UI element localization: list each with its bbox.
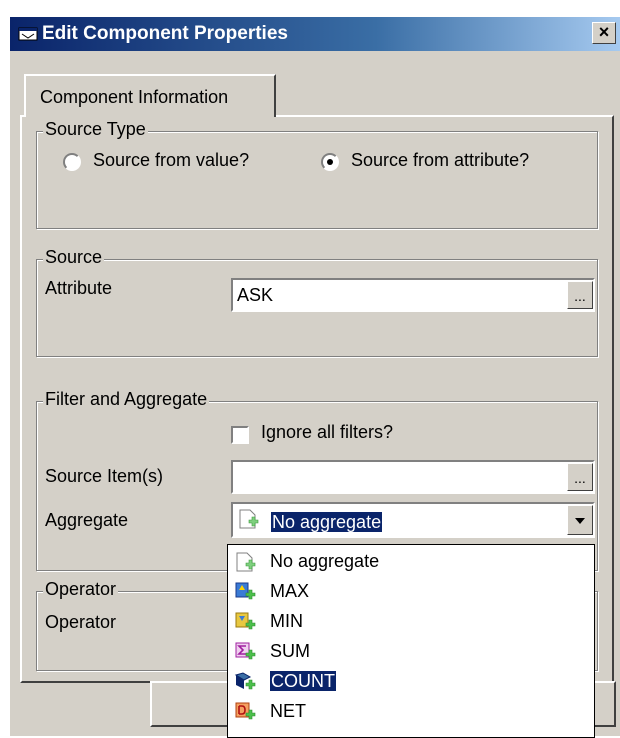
aggregate-option-sum[interactable]: SUM xyxy=(228,637,592,667)
no-aggregate-icon xyxy=(236,552,256,572)
aggregate-dropdown-arrow[interactable] xyxy=(567,505,593,535)
operator-label: Operator xyxy=(45,612,117,632)
aggregate-label: Aggregate xyxy=(45,510,129,530)
attribute-browse-button[interactable]: ... xyxy=(567,281,593,309)
title-bar[interactable]: Edit Component Properties × xyxy=(10,17,620,51)
aggregate-option-net[interactable]: NET xyxy=(228,697,592,727)
aggregate-dropdown-list[interactable]: No aggregate MAX MIN SUM COUNT NET xyxy=(227,544,595,738)
radio-source-from-attribute[interactable] xyxy=(321,153,339,171)
source-from-attribute-label[interactable]: Source from attribute? xyxy=(351,150,529,171)
aggregate-selected-value: No aggregate xyxy=(271,512,383,532)
source-items-label: Source Item(s) xyxy=(45,466,164,486)
option-label: MAX xyxy=(270,581,310,601)
ignore-filters-label[interactable]: Ignore all filters? xyxy=(261,422,393,443)
attribute-value: ASK xyxy=(237,285,274,305)
source-group: Source Attribute ASK ... xyxy=(36,247,598,357)
net-icon xyxy=(235,702,256,720)
source-legend: Source xyxy=(43,247,105,268)
tab-component-information[interactable]: Component Information xyxy=(24,74,276,117)
aggregate-option-none[interactable]: No aggregate xyxy=(228,547,592,577)
max-icon xyxy=(235,582,256,600)
option-label: SUM xyxy=(270,641,310,661)
operator-legend: Operator xyxy=(43,579,119,600)
source-type-legend: Source Type xyxy=(43,119,148,140)
radio-selected-dot xyxy=(327,159,333,165)
source-from-value-label[interactable]: Source from value? xyxy=(93,150,249,171)
option-label: NET xyxy=(270,701,306,721)
aggregate-option-max[interactable]: MAX xyxy=(228,577,592,607)
aggregate-option-count[interactable]: COUNT xyxy=(228,667,592,697)
option-label: MIN xyxy=(270,611,303,631)
no-aggregate-icon xyxy=(239,509,259,529)
aggregate-option-min[interactable]: MIN xyxy=(228,607,592,637)
source-type-group: Source Type Source from value? Source fr… xyxy=(36,119,598,229)
filter-aggregate-legend: Filter and Aggregate xyxy=(43,389,210,410)
sum-icon xyxy=(235,642,256,660)
window-icon xyxy=(18,27,38,41)
radio-source-from-value[interactable] xyxy=(63,153,81,171)
ignore-filters-checkbox[interactable] xyxy=(231,426,249,444)
option-label: No aggregate xyxy=(270,551,380,571)
count-icon xyxy=(234,672,256,690)
min-icon xyxy=(235,612,256,630)
close-button[interactable]: × xyxy=(592,22,616,44)
attribute-input[interactable]: ASK xyxy=(231,278,595,312)
option-label: COUNT xyxy=(270,671,336,691)
window-title: Edit Component Properties xyxy=(42,23,288,44)
source-items-input[interactable] xyxy=(231,460,595,494)
source-items-browse-button[interactable]: ... xyxy=(567,463,593,491)
attribute-label: Attribute xyxy=(45,278,113,298)
